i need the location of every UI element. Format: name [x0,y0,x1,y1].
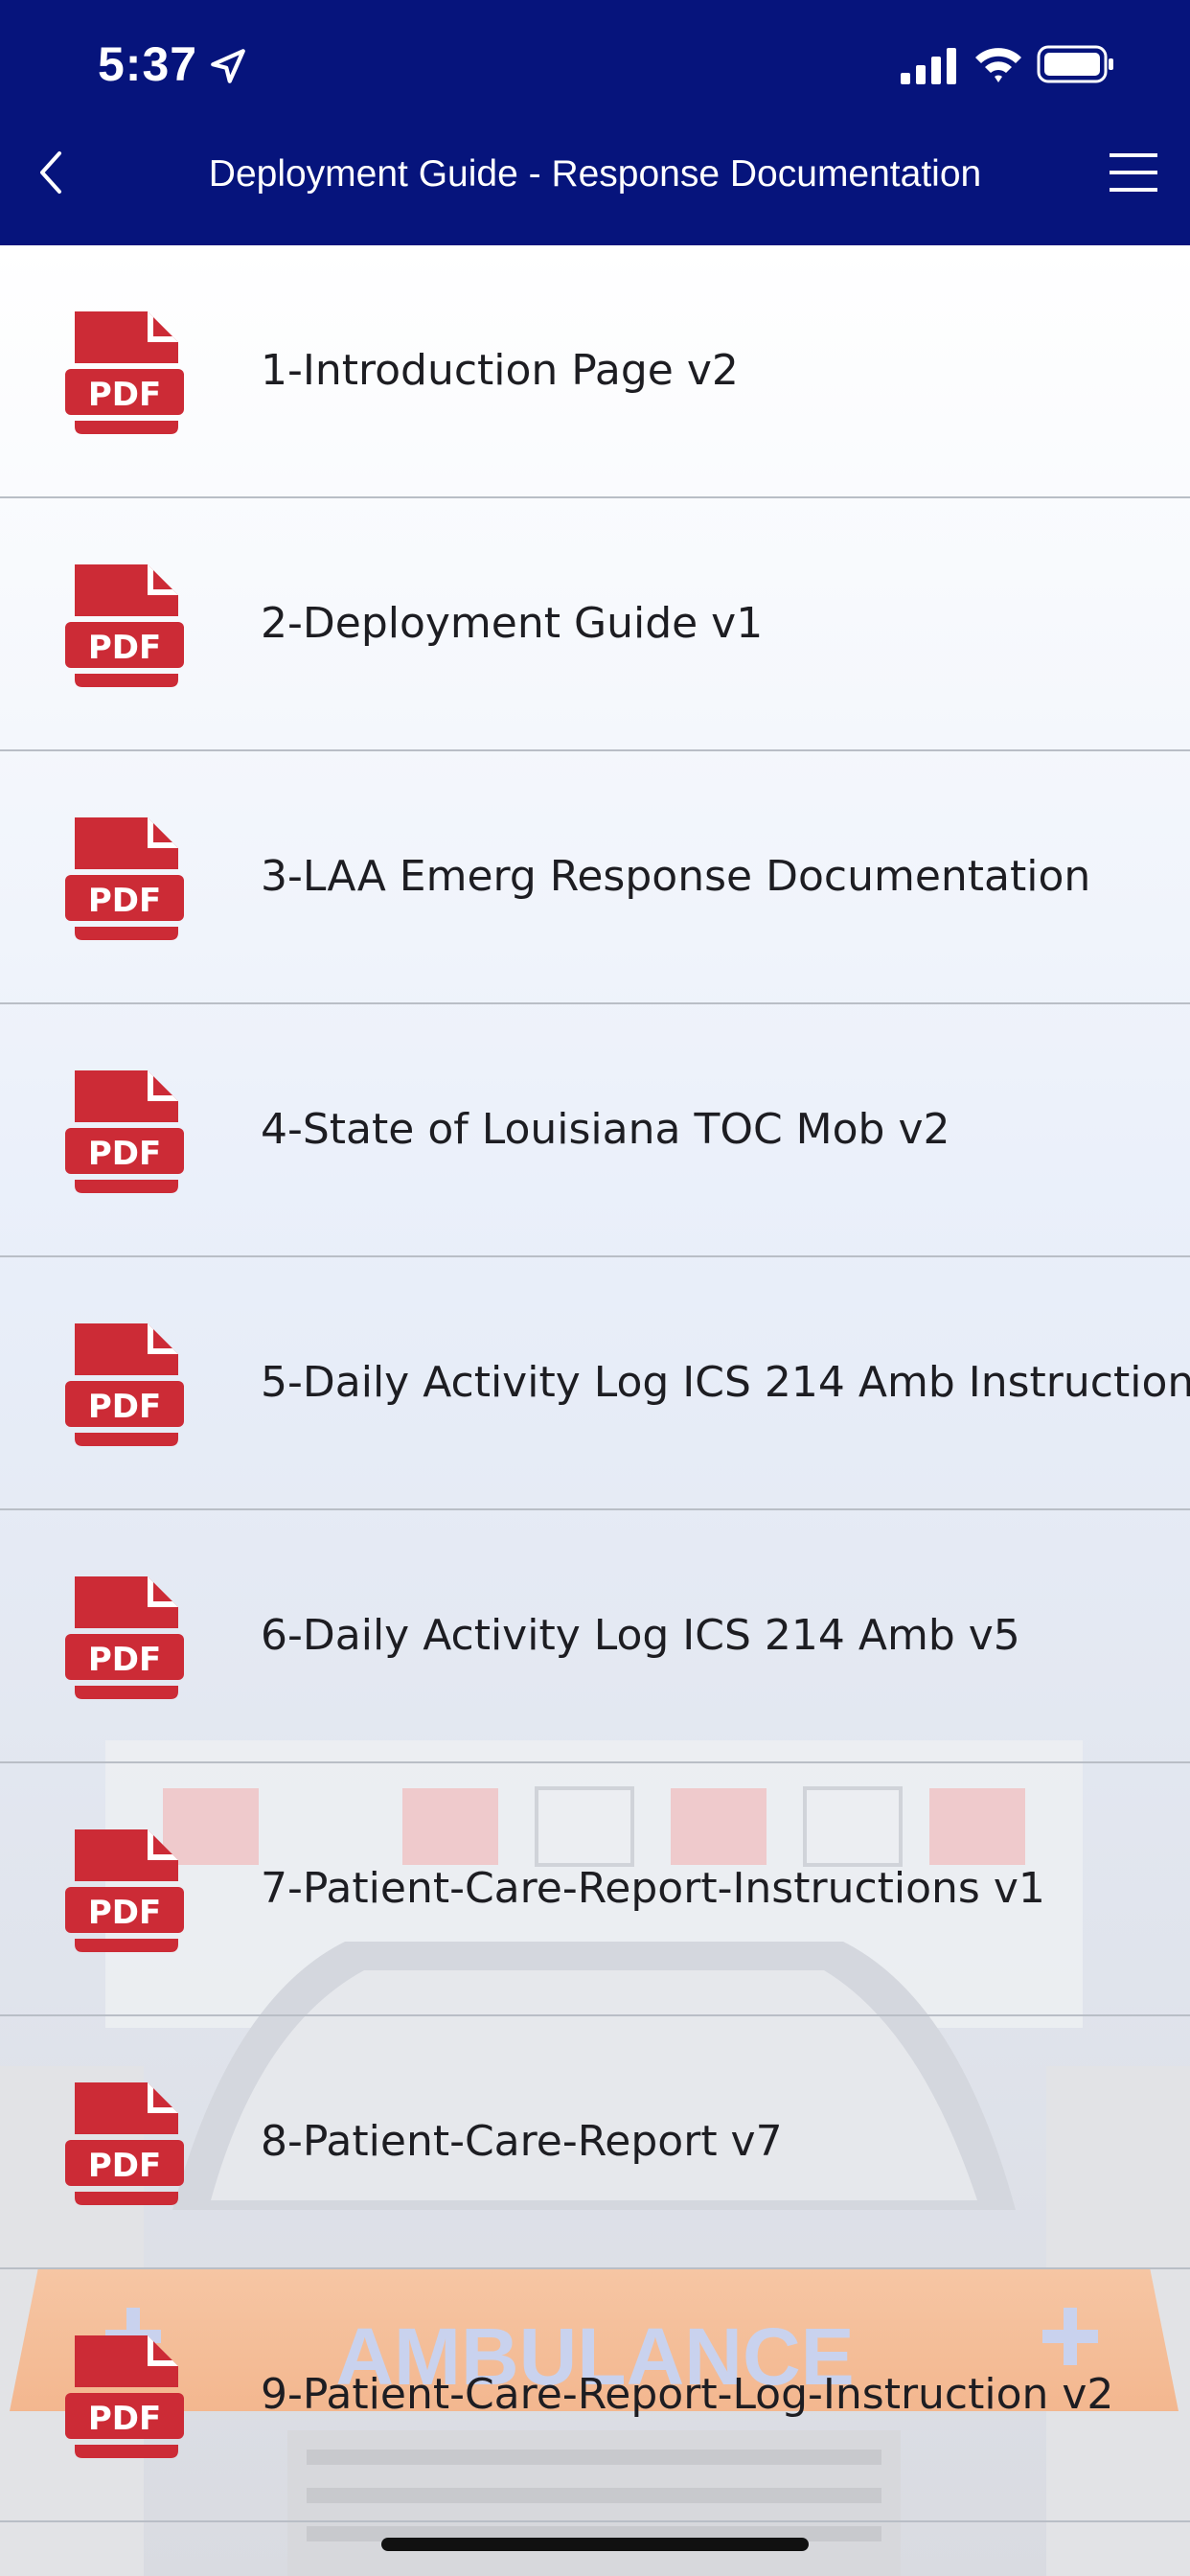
document-row[interactable]: PDF 2-Deployment Guide v1 [0,498,1190,751]
document-title: 7-Patient-Care-Report-Instructions v1 [261,1864,1045,1913]
pdf-file-icon: PDF [65,2082,184,2205]
wifi-icon [975,48,1021,82]
cellular-signal-icon [901,48,956,84]
document-row[interactable]: PDF 7-Patient-Care-Report-Instructions v1 [0,1763,1190,2016]
document-row[interactable]: PDF 3-LAA Emerg Response Documentation [0,751,1190,1004]
nav-header: 5:37 Deployment Guide - Response Documen… [0,0,1190,245]
document-row[interactable]: PDF 1-Introduction Page v2 [0,245,1190,498]
svg-text:PDF: PDF [88,629,161,667]
svg-text:PDF: PDF [88,2400,161,2438]
document-title: 9-Patient-Care-Report-Log-Instruction v2 [261,2370,1114,2419]
chevron-left-icon [40,151,61,194]
pdf-file-icon: PDF [65,1323,184,1446]
pdf-file-icon: PDF [65,817,184,940]
hamburger-menu-icon [1110,153,1157,192]
svg-text:PDF: PDF [88,376,161,414]
battery-icon [1037,45,1113,83]
svg-text:PDF: PDF [88,2147,161,2185]
pdf-file-icon: PDF [65,311,184,434]
document-title: 3-LAA Emerg Response Documentation [261,852,1091,901]
document-title: 8-Patient-Care-Report v7 [261,2117,783,2166]
pdf-file-icon: PDF [65,564,184,687]
svg-text:PDF: PDF [88,882,161,920]
pdf-file-icon: PDF [65,2335,184,2458]
svg-text:PDF: PDF [88,1388,161,1426]
document-row[interactable]: PDF 9-Patient-Care-Report-Log-Instruction… [0,2269,1190,2522]
document-list: AMBULANCE PDF 1-Introduction Page v2 PDF 2-… [0,245,1190,2576]
pdf-file-icon: PDF [65,1829,184,1952]
document-title: 4-State of Louisiana TOC Mob v2 [261,1105,950,1154]
document-row[interactable]: PDF 6-Daily Activity Log ICS 214 Amb v5 [0,1510,1190,1763]
document-title: 5-Daily Activity Log ICS 214 Amb Instruc… [261,1358,1190,1407]
document-row[interactable]: PDF 8-Patient-Care-Report v7 [0,2016,1190,2269]
location-arrow-icon [211,49,245,83]
svg-text:PDF: PDF [88,1641,161,1679]
pdf-file-icon: PDF [65,1070,184,1193]
document-title: 1-Introduction Page v2 [261,346,739,395]
home-indicator [381,2538,809,2551]
menu-button[interactable] [1102,148,1165,199]
document-row[interactable]: PDF 4-State of Louisiana TOC Mob v2 [0,1004,1190,1257]
svg-text:PDF: PDF [88,1135,161,1173]
svg-text:PDF: PDF [88,1894,161,1932]
back-button[interactable] [21,142,79,203]
document-row[interactable]: PDF 5-Daily Activity Log ICS 214 Amb Inst… [0,1257,1190,1510]
document-title: 2-Deployment Guide v1 [261,599,764,648]
document-title: 6-Daily Activity Log ICS 214 Amb v5 [261,1611,1020,1660]
page-title: Deployment Guide - Response Documentatio… [208,153,982,195]
status-time: 5:37 [98,37,198,91]
pdf-file-icon: PDF [65,1576,184,1699]
